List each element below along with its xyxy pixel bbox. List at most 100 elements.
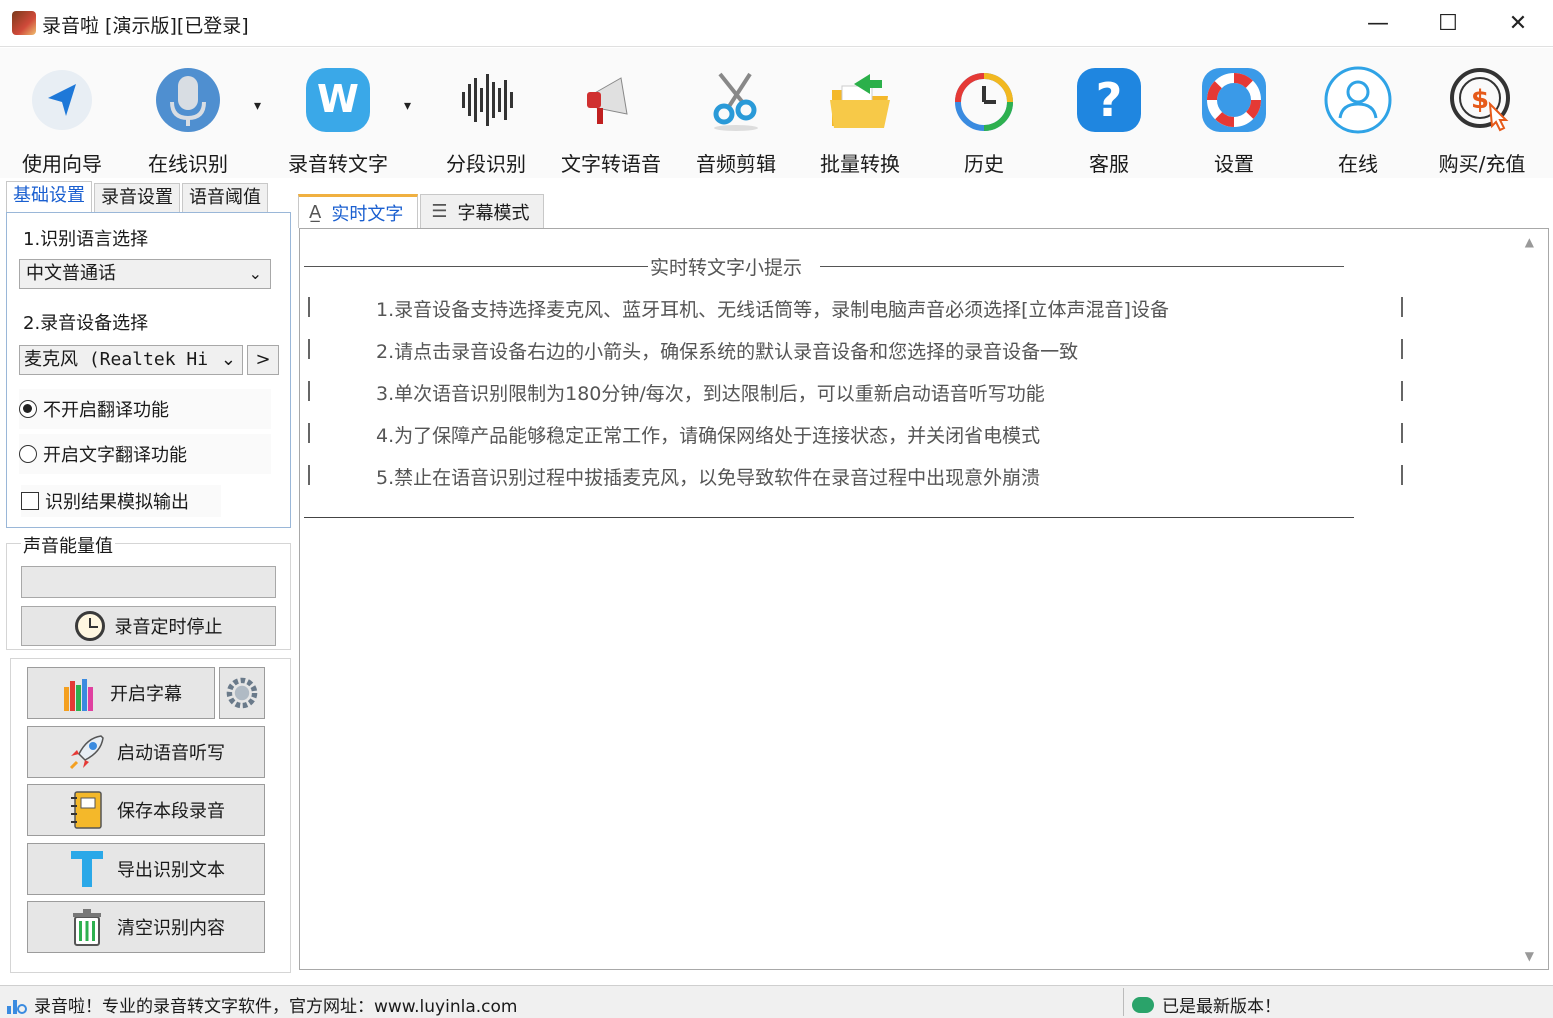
- notebook-icon: [71, 791, 102, 829]
- help-icon: ?: [1077, 68, 1141, 132]
- left-tab-bar: 基础设置 录音设置 语音阈值: [6, 181, 270, 213]
- radio-no-translate[interactable]: 不开启翻译功能: [19, 389, 271, 429]
- hint-item: 5.禁止在语音识别过程中拔插麦克风，以免导致软件在录音过程中出现意外崩溃: [376, 467, 1041, 489]
- chevron-down-icon: ▾: [254, 98, 262, 114]
- tab-subtitle-mode[interactable]: ☰ 字幕模式: [420, 194, 545, 228]
- svg-text:W: W: [317, 77, 359, 121]
- timer-stop-button[interactable]: 录音定时停止: [21, 606, 276, 646]
- hint-item: 2.请点击录音设备右边的小箭头，确保系统的默认录音设备和您选择的录音设备一致: [376, 341, 1079, 363]
- subtitle-settings-button[interactable]: [219, 667, 265, 719]
- online-recognition-dropdown[interactable]: ▾: [246, 58, 276, 168]
- text-t-icon: [71, 851, 103, 887]
- status-right: 已是最新版本！: [1132, 992, 1281, 1017]
- export-text-label: 导出识别文本: [117, 860, 225, 881]
- radio-no-translate-label: 不开启翻译功能: [43, 400, 169, 421]
- bar-chart-icon: [7, 999, 27, 1014]
- toolbar-settings-button[interactable]: 设置: [1174, 58, 1294, 176]
- right-tab-bar: A̲ 实时文字 ☰ 字幕模式: [298, 194, 546, 228]
- transcript-area[interactable]: 实时转文字小提示 1.录音设备支持选择麦克风、蓝牙耳机、无线话筒等，录制电脑声音…: [299, 228, 1549, 970]
- trash-icon: [73, 909, 101, 946]
- clear-content-label: 清空识别内容: [117, 918, 225, 939]
- toolbar-text-to-speech-button[interactable]: 文字转语音: [551, 58, 671, 176]
- tab-recording-settings[interactable]: 录音设置: [94, 183, 180, 213]
- divider: [308, 381, 310, 401]
- simulate-output-label: 识别结果模拟输出: [45, 492, 189, 513]
- radio-unselected-icon: [19, 445, 37, 463]
- toolbar-text-to-speech-label: 文字转语音: [561, 152, 661, 176]
- text-a-icon: A̲: [309, 202, 322, 223]
- clear-content-button[interactable]: 清空识别内容: [27, 901, 265, 953]
- toolbar-online-button[interactable]: 在线: [1298, 58, 1418, 176]
- rocket-icon: [69, 735, 104, 770]
- toolbar-segment-recognition-button[interactable]: 分段识别: [426, 58, 546, 176]
- device-select[interactable]: 麦克风 (Realtek Hi ⌄: [19, 345, 243, 375]
- energy-group-title: 声音能量值: [21, 532, 115, 558]
- title-bar: 录音啦 [演示版][已登录] — ☐ ✕: [0, 0, 1553, 47]
- toolbar-batch-convert-label: 批量转换: [820, 152, 900, 176]
- divider: [1401, 423, 1403, 443]
- device-next-button[interactable]: >: [247, 345, 279, 375]
- open-subtitle-label: 开启字幕: [110, 684, 182, 705]
- close-button[interactable]: ✕: [1483, 0, 1553, 47]
- maximize-button[interactable]: ☐: [1413, 0, 1483, 47]
- start-dictation-label: 启动语音听写: [117, 743, 225, 764]
- export-text-button[interactable]: 导出识别文本: [27, 843, 265, 895]
- actions-group: 开启字幕 启动语音听写 保存本段录音 导出识别文本 清空识别内容: [10, 658, 291, 973]
- chevron-down-icon: ▾: [404, 98, 412, 114]
- toolbar-batch-convert-button[interactable]: 批量转换: [800, 58, 920, 176]
- toolbar-audio-edit-label: 音频剪辑: [696, 152, 776, 176]
- device-select-value: 麦克风 (Realtek Hi: [24, 349, 209, 370]
- svg-text:?: ?: [1096, 73, 1123, 127]
- chevron-down-icon: ⌄: [220, 349, 236, 370]
- tab-voice-threshold[interactable]: 语音阈值: [182, 183, 268, 213]
- svg-text:$: $: [1471, 85, 1489, 115]
- radio-translate-label: 开启文字翻译功能: [43, 445, 187, 466]
- toolbar-audio-to-text-button[interactable]: W 录音转文字: [278, 58, 398, 176]
- app-logo-icon: [12, 11, 36, 35]
- divider: [1401, 339, 1403, 359]
- radio-translate[interactable]: 开启文字翻译功能: [19, 434, 271, 474]
- version-status-text: 已是最新版本！: [1162, 997, 1281, 1017]
- toolbar-online-recognition-button[interactable]: 在线识别: [128, 58, 248, 176]
- timer-stop-label: 录音定时停止: [114, 617, 223, 638]
- hint-title: 实时转文字小提示: [650, 257, 803, 279]
- toolbar-support-button[interactable]: ? 客服: [1049, 58, 1169, 176]
- microphone-icon: [156, 68, 220, 132]
- save-recording-label: 保存本段录音: [117, 801, 225, 822]
- hint-item: 4.为了保障产品能够稳定正常工作，请确保网络处于连接状态，并关闭省电模式: [376, 425, 1041, 447]
- open-subtitle-button[interactable]: 开启字幕: [27, 667, 215, 719]
- navigation-arrow-icon: [32, 70, 92, 130]
- tab-realtime-text[interactable]: A̲ 实时文字: [298, 194, 419, 228]
- scroll-up-icon[interactable]: ▲: [1525, 235, 1534, 249]
- language-select[interactable]: 中文普通话 ⌄: [19, 259, 271, 289]
- toolbar-online-recognition-label: 在线识别: [148, 152, 228, 176]
- toolbar-audio-edit-button[interactable]: 音频剪辑: [676, 58, 796, 176]
- toolbar-guide-label: 使用向导: [22, 152, 102, 176]
- scroll-down-icon[interactable]: ▼: [1525, 949, 1534, 963]
- toolbar-guide-button[interactable]: 使用向导: [2, 58, 122, 176]
- energy-group: 声音能量值 录音定时停止: [6, 532, 291, 650]
- toolbar-purchase-button[interactable]: $ 购买/充值: [1422, 58, 1542, 176]
- checkbox-icon: [21, 492, 39, 510]
- divider: [304, 266, 648, 267]
- status-left-text: 录音啦！专业的录音转文字软件，官方网址：www.luyinla.com: [34, 997, 518, 1017]
- toolbar-history-button[interactable]: 历史: [924, 58, 1044, 176]
- tab-basic-settings[interactable]: 基础设置: [6, 181, 92, 213]
- gear-icon: [226, 677, 258, 709]
- hint-title-row: 实时转文字小提示: [304, 253, 1344, 279]
- audio-to-text-dropdown[interactable]: ▾: [396, 58, 426, 168]
- start-dictation-button[interactable]: 启动语音听写: [27, 726, 265, 778]
- save-recording-button[interactable]: 保存本段录音: [27, 784, 265, 836]
- list-icon: ☰: [431, 201, 448, 222]
- divider: [308, 297, 310, 317]
- language-select-value: 中文普通话: [26, 263, 116, 284]
- toolbar-purchase-label: 购买/充值: [1438, 152, 1526, 176]
- minimize-button[interactable]: —: [1343, 0, 1413, 47]
- simulate-output-checkbox[interactable]: 识别结果模拟输出: [21, 485, 221, 517]
- divider: [1401, 465, 1403, 485]
- scissors-icon: [713, 72, 758, 131]
- lifebuoy-icon: [1202, 68, 1266, 132]
- w-logo-icon: W: [306, 68, 370, 132]
- tab-subtitle-mode-label: 字幕模式: [457, 202, 530, 224]
- alarm-clock-icon: [74, 611, 105, 641]
